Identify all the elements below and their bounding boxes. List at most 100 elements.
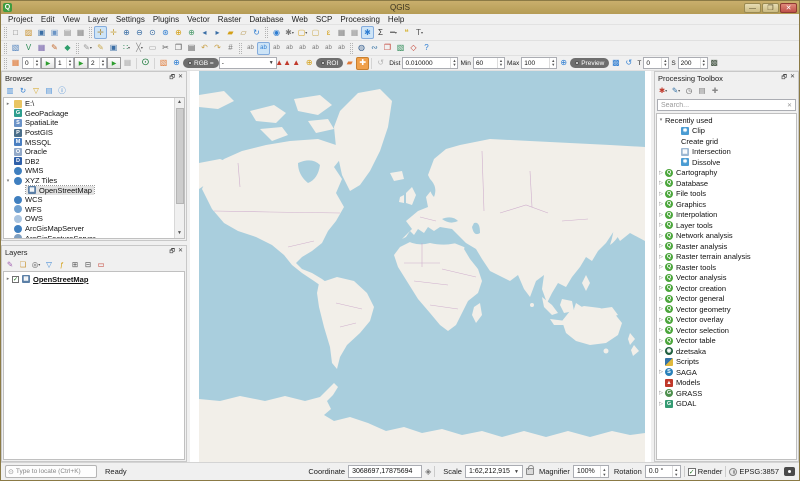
browser-tree-item[interactable]: WCS [4, 195, 184, 205]
crs-status[interactable]: EPSG:3857 [739, 467, 779, 476]
collapse-all-button[interactable]: ▤ [43, 85, 55, 97]
collapse-all-layers-button[interactable]: ⊟ [82, 259, 94, 271]
data-source-manager-button[interactable]: ▧ [9, 42, 22, 55]
scp-zoom-roi-button[interactable]: ⊕ [303, 57, 316, 70]
scp-apply-red-button[interactable]: ▶ [41, 57, 55, 69]
scp-bandset-button[interactable]: ▦ [9, 57, 22, 70]
close-panel-icon[interactable]: ✕ [178, 247, 183, 257]
zoom-next-button[interactable]: ▸ [211, 26, 224, 39]
new-shapefile-layer-button[interactable]: ✎ [48, 42, 61, 55]
expander-icon[interactable]: ▷ [657, 233, 665, 239]
undo-button[interactable]: ↶ [198, 42, 211, 55]
spinner-arrows-icon[interactable]: ▲ ▼ [33, 58, 40, 68]
help-contents-button[interactable]: ? [420, 42, 433, 55]
layer-row-openstreetmap[interactable]: ▸ ✓ ▦ OpenStreetMap [4, 272, 184, 284]
manage-map-themes-button[interactable]: ◎ [30, 259, 42, 271]
zoom-native-button[interactable]: ⊙ [146, 26, 159, 39]
processing-tree-item[interactable]: ▷ ◉ dzetsaka [657, 346, 796, 357]
scp-redo-preview-button[interactable]: ↺ [622, 57, 635, 70]
processing-tree-item[interactable]: Create grid [657, 136, 796, 147]
toggle-editing-button[interactable]: ✎ [94, 42, 107, 55]
toolbar-handle[interactable] [4, 57, 7, 69]
scroll-down-icon[interactable]: ▼ [177, 229, 182, 238]
browser-tree-item[interactable]: ▾ XYZ Tiles [4, 176, 184, 186]
zoom-out-button[interactable]: ⊖ [133, 26, 146, 39]
expander-icon[interactable]: ▷ [657, 327, 665, 333]
processing-tree-item[interactable]: ▷ Q Vector table [657, 336, 796, 347]
toolbar-handle[interactable] [239, 42, 242, 54]
browser-tree-item[interactable]: P PostGIS [4, 128, 184, 138]
scp-roi-toggle[interactable]: ROI [315, 58, 344, 68]
toolbar-handle[interactable] [4, 42, 7, 54]
processing-history-button[interactable]: ◷ [683, 85, 695, 97]
menu-item[interactable]: View [59, 14, 84, 25]
text-annotation-button[interactable]: T [413, 26, 426, 39]
scp-roi-pointer-button[interactable]: ▰ [343, 57, 356, 70]
rotate-label-button[interactable]: ab [309, 42, 322, 55]
scp-band-green-spinner[interactable]: 1 ▲ ▼ [55, 57, 74, 69]
menu-item[interactable]: Settings [112, 14, 149, 25]
processing-search-input[interactable] [658, 101, 784, 109]
processing-tree-item[interactable]: ▷ Q Database [657, 178, 796, 189]
browser-tree-item[interactable]: OWS [4, 214, 184, 224]
spinner-arrows-icon[interactable]: ▲ ▼ [99, 58, 106, 68]
diagram-options-button[interactable]: ab [335, 42, 348, 55]
scp-stretch-stddev-button[interactable]: ▲ [290, 57, 303, 70]
processing-tree-item[interactable]: ▷ Q Raster tools [657, 262, 796, 273]
clear-search-icon[interactable]: ✕ [784, 102, 795, 109]
browser-tree-item[interactable]: S SpatiaLite [4, 118, 184, 128]
scp-roi-button[interactable]: ◇ [407, 42, 420, 55]
processing-tree-item[interactable]: ▷ Q Raster terrain analysis [657, 252, 796, 263]
expander-icon[interactable]: ▷ [657, 317, 665, 323]
menu-item[interactable]: SCP [312, 14, 336, 25]
browser-tree-item[interactable]: D DB2 [4, 157, 184, 167]
expander-icon[interactable]: ▷ [657, 170, 665, 176]
close-panel-icon[interactable]: ✕ [178, 73, 183, 83]
expander-icon[interactable]: ▷ [657, 285, 665, 291]
select-by-expression-button[interactable]: ε [322, 26, 335, 39]
menu-item[interactable]: Vector [183, 14, 214, 25]
expander-icon[interactable]: ▷ [657, 264, 665, 270]
refresh-map-button[interactable]: ↻ [250, 26, 263, 39]
scp-stretch-cumulative-button[interactable]: ▲▲ [275, 57, 291, 70]
highlight-labels-button[interactable]: ab [257, 41, 270, 55]
scp-roi-add-button[interactable]: ✚ [356, 56, 370, 70]
field-calculator-button[interactable]: ▦ [348, 26, 361, 39]
browser-scrollbar[interactable]: ▲ ▼ [174, 98, 184, 238]
add-vector-layer-button[interactable]: V [22, 42, 35, 55]
new-geopackage-layer-button[interactable]: ◆ [61, 42, 74, 55]
zoom-to-selection-button[interactable]: ⊕ [172, 26, 185, 39]
close-button[interactable]: ✕ [780, 2, 797, 13]
browser-tree-item[interactable]: ▦ OpenStreetMap [4, 185, 184, 195]
scp-min-spinner[interactable]: 60 ▲ ▼ [472, 57, 505, 69]
spinner-arrows-icon[interactable]: ▲ ▼ [699, 58, 707, 68]
browser-properties-button[interactable]: ⓘ [56, 85, 68, 97]
spinner-arrows-icon[interactable]: ▲ ▼ [66, 58, 73, 68]
open-project-button[interactable]: ▨ [22, 26, 35, 39]
processing-tree-item[interactable]: ✱ Clip [657, 126, 796, 137]
processing-scripts-button[interactable]: ✎ [670, 85, 682, 97]
expander-icon[interactable]: ▷ [657, 401, 665, 407]
processing-tree-item[interactable]: ▷ Q File tools [657, 189, 796, 200]
vertex-tool-button[interactable]: ╳ [133, 42, 146, 55]
scp-band-blue-spinner[interactable]: 2 ▲ ▼ [88, 57, 107, 69]
zoom-to-layer-button[interactable]: ⊕ [185, 26, 198, 39]
expander-icon[interactable]: ▷ [657, 369, 665, 375]
browser-tree-item[interactable]: O Oracle [4, 147, 184, 157]
menu-item[interactable]: Database [245, 14, 287, 25]
minimize-button[interactable]: — [744, 2, 761, 13]
scp-documentation-button[interactable]: ❐ [381, 42, 394, 55]
browser-tree-item[interactable]: ArcGisFeatureServer [4, 233, 184, 238]
browser-tree-item[interactable]: WMS [4, 166, 184, 176]
float-panel-icon[interactable]: 🗗 [169, 247, 175, 257]
scp-rgb-combo[interactable]: - ▼ [218, 57, 277, 69]
zoom-full-button[interactable]: ⊛ [159, 26, 172, 39]
spinner-arrows-icon[interactable]: ▲ ▼ [661, 58, 668, 68]
new-project-button[interactable]: □ [9, 26, 22, 39]
scp-rgb-toggle[interactable]: RGB = [183, 58, 219, 68]
statistical-summary-button[interactable]: Σ [374, 26, 387, 39]
browser-tree-item[interactable]: ▸ E:\ [4, 99, 184, 109]
expander-icon[interactable]: ▾ [4, 178, 12, 184]
remove-layer-button[interactable]: ▭ [95, 259, 107, 271]
expand-all-button[interactable]: ⊞ [69, 259, 81, 271]
